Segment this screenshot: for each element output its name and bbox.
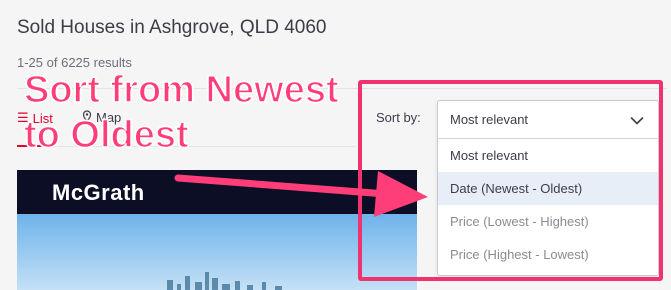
annotation-line-1: Sort from Newest bbox=[23, 68, 339, 112]
annotation-text: Sort from Newest to Oldest bbox=[23, 68, 339, 158]
annotation-line-2: to Oldest bbox=[23, 113, 189, 157]
